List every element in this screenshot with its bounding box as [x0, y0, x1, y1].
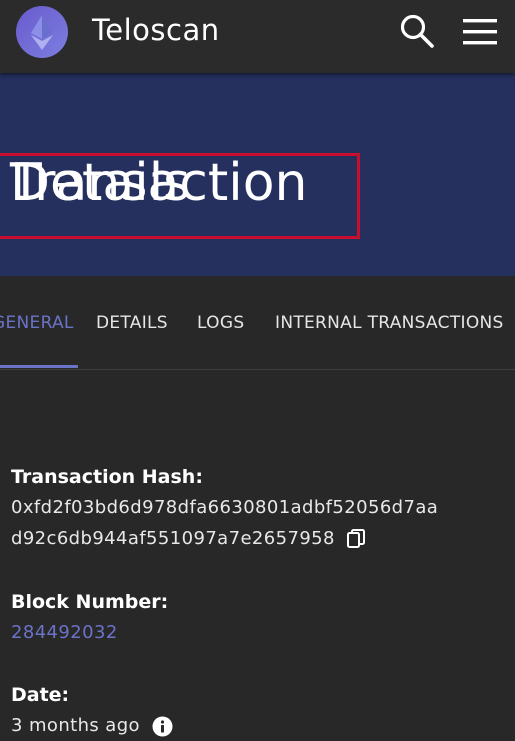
tab-internal-transactions[interactable]: INTERNAL TRANSACTIONS: [275, 313, 504, 333]
transaction-hash-label: Transaction Hash:: [11, 466, 203, 488]
date-value: 3 months ago: [11, 715, 140, 736]
transaction-hash-field: Transaction Hash: 0xfd2f03bd6d978dfa6630…: [11, 462, 501, 554]
ethereum-logo-icon[interactable]: [16, 6, 68, 58]
date-field: Date: 3 months ago: [11, 680, 501, 741]
transaction-hash-value-line2-text: d92c6db944af551097a7e2657958: [11, 528, 335, 549]
block-number-field: Block Number: 284492032: [11, 587, 501, 648]
brand-name[interactable]: Teloscan: [92, 13, 220, 47]
hamburger-menu-icon[interactable]: [461, 14, 499, 50]
page-banner: Transaction Details: [0, 73, 515, 276]
tab-bar: GENERAL DETAILS LOGS INTERNAL TRANSACTIO…: [0, 276, 515, 370]
date-label: Date:: [11, 684, 70, 706]
date-value-row: 3 months ago: [11, 710, 501, 741]
transaction-hash-value-line2: d92c6db944af551097a7e2657958: [11, 523, 501, 554]
active-tab-indicator: [0, 365, 78, 368]
block-number-label: Block Number:: [11, 591, 169, 613]
tab-general[interactable]: GENERAL: [0, 313, 74, 333]
page-title-details: Details: [10, 153, 191, 213]
transaction-hash-value-line1: 0xfd2f03bd6d978dfa6630801adbf52056d7aa: [11, 497, 439, 518]
tab-details[interactable]: DETAILS: [96, 313, 168, 333]
tab-logs[interactable]: LOGS: [197, 313, 244, 333]
block-number-link[interactable]: 284492032: [11, 617, 501, 648]
search-icon[interactable]: [398, 12, 436, 50]
app-header: Teloscan: [0, 0, 515, 73]
info-icon[interactable]: [152, 716, 173, 737]
copy-icon[interactable]: [347, 529, 366, 549]
